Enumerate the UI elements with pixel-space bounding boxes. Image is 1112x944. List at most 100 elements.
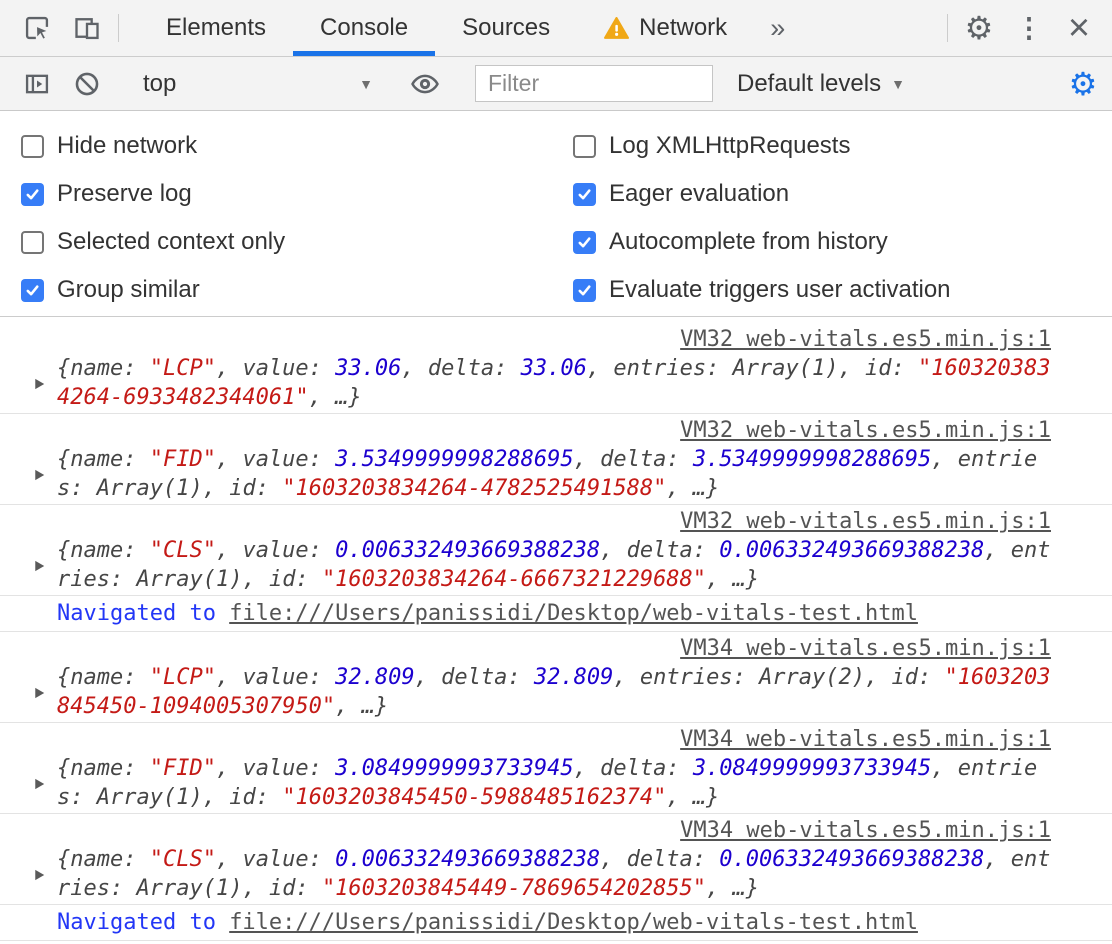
console-settings-gear-icon[interactable]: ⚙ — [1058, 57, 1108, 110]
token-plain: , id: — [203, 476, 282, 501]
separator — [118, 14, 119, 42]
setting-label: Autocomplete from history — [609, 228, 888, 256]
tab-console[interactable]: Console — [293, 0, 435, 56]
expand-triangle-icon[interactable]: ▶ — [35, 866, 44, 882]
warning-icon — [604, 17, 629, 40]
token-plain: Array(1) — [97, 476, 203, 501]
checkbox-checked[interactable] — [573, 183, 596, 206]
log-source-line: VM32 web-vitals.es5.min.js:1 — [57, 416, 1051, 445]
token-plain: , value: — [216, 356, 335, 381]
expand-triangle-icon[interactable]: ▶ — [35, 375, 44, 391]
source-location-link[interactable]: VM32 web-vitals.es5.min.js:1 — [680, 509, 1051, 534]
setting-hide-network[interactable]: Hide network — [0, 122, 556, 170]
source-location-link[interactable]: VM34 web-vitals.es5.min.js:1 — [680, 818, 1051, 843]
log-message-body: ▶{name: "FID", value: 3.5349999998288695… — [57, 445, 1051, 503]
token-plain: Array(1) — [136, 876, 242, 901]
log-message-body: ▶{name: "LCP", value: 33.06, delta: 33.0… — [57, 354, 1051, 412]
expand-triangle-icon[interactable]: ▶ — [35, 684, 44, 700]
token-plain: , value: — [216, 756, 335, 781]
source-location-link[interactable]: VM32 web-vitals.es5.min.js:1 — [680, 418, 1051, 443]
log-source-line: VM32 web-vitals.es5.min.js:1 — [57, 507, 1051, 536]
clear-console-icon[interactable] — [62, 57, 112, 110]
source-location-link[interactable]: VM32 web-vitals.es5.min.js:1 — [680, 327, 1051, 352]
token-plain: , …} — [706, 876, 759, 901]
kebab-menu-icon[interactable]: ⋮ — [1004, 0, 1054, 56]
navigation-text: Navigated to — [57, 601, 229, 626]
navigation-url-link[interactable]: file:///Users/panissidi/Desktop/web-vita… — [229, 910, 918, 935]
object-preview: {name: "FID", value: 3.5349999998288695,… — [57, 445, 1051, 503]
token-plain: , …} — [666, 476, 719, 501]
token-plain: , entries: — [613, 665, 759, 690]
token-str: "CLS" — [150, 538, 216, 563]
checkbox-unchecked[interactable] — [21, 231, 44, 254]
token-num: 32.809 — [335, 665, 414, 690]
setting-label: Group similar — [57, 276, 200, 304]
setting-evaluate-triggers-user-activation[interactable]: Evaluate triggers user activation — [556, 266, 1112, 314]
token-plain: , entries: — [587, 356, 733, 381]
tab-network[interactable]: Network — [577, 0, 754, 56]
token-plain: , value: — [216, 847, 335, 872]
filter-input[interactable] — [475, 65, 713, 102]
checkbox-checked[interactable] — [573, 231, 596, 254]
separator — [947, 14, 948, 42]
token-plain: , …} — [309, 385, 362, 410]
console-navigation-entry: Navigated to file:///Users/panissidi/Des… — [0, 905, 1112, 941]
token-str: "FID" — [150, 756, 216, 781]
settings-gear-icon[interactable]: ⚙ — [954, 0, 1004, 56]
log-source-line: VM34 web-vitals.es5.min.js:1 — [57, 634, 1051, 663]
setting-log-xmlhttprequests[interactable]: Log XMLHttpRequests — [556, 122, 1112, 170]
checkbox-checked[interactable] — [21, 183, 44, 206]
setting-label: Preserve log — [57, 180, 192, 208]
setting-selected-context-only[interactable]: Selected context only — [0, 218, 556, 266]
token-num: 32.809 — [534, 665, 613, 690]
token-plain: , id: — [839, 356, 918, 381]
token-num: 0.006332493669388238 — [335, 538, 600, 563]
tab-label: Sources — [462, 14, 550, 42]
setting-eager-evaluation[interactable]: Eager evaluation — [556, 170, 1112, 218]
tab-sources[interactable]: Sources — [435, 0, 577, 56]
token-str: "FID" — [150, 447, 216, 472]
expand-triangle-icon[interactable]: ▶ — [35, 466, 44, 482]
inspect-element-icon[interactable] — [12, 0, 62, 56]
more-tabs-button[interactable]: » — [754, 0, 801, 56]
tab-elements[interactable]: Elements — [139, 0, 293, 56]
token-plain: , id: — [203, 785, 282, 810]
setting-label: Selected context only — [57, 228, 285, 256]
check-icon — [25, 187, 40, 202]
console-log-entry: VM32 web-vitals.es5.min.js:1▶{name: "LCP… — [0, 317, 1112, 414]
tab-label: Elements — [166, 14, 266, 42]
javascript-context-selector[interactable]: top ▼ — [125, 70, 387, 98]
expand-triangle-icon[interactable]: ▶ — [35, 557, 44, 573]
navigation-url-link[interactable]: file:///Users/panissidi/Desktop/web-vita… — [229, 601, 918, 626]
token-num: 33.06 — [335, 356, 401, 381]
device-toolbar-icon[interactable] — [62, 0, 112, 56]
token-plain: , id: — [242, 876, 321, 901]
console-log-entry: VM32 web-vitals.es5.min.js:1▶{name: "FID… — [0, 414, 1112, 505]
log-levels-dropdown[interactable]: Default levels ▼ — [737, 70, 905, 98]
log-source-line: VM32 web-vitals.es5.min.js:1 — [57, 325, 1051, 354]
setting-group-similar[interactable]: Group similar — [0, 266, 556, 314]
token-plain: , …} — [666, 785, 719, 810]
object-preview: {name: "LCP", value: 33.06, delta: 33.06… — [57, 354, 1051, 412]
token-plain: {name: — [57, 538, 150, 563]
token-plain: {name: — [57, 847, 150, 872]
checkbox-checked[interactable] — [573, 279, 596, 302]
checkbox-unchecked[interactable] — [21, 135, 44, 158]
source-location-link[interactable]: VM34 web-vitals.es5.min.js:1 — [680, 636, 1051, 661]
expand-triangle-icon[interactable]: ▶ — [35, 775, 44, 791]
console-toolbar-right: ⚙ — [1045, 57, 1112, 110]
setting-preserve-log[interactable]: Preserve log — [0, 170, 556, 218]
checkbox-checked[interactable] — [21, 279, 44, 302]
token-plain: , …} — [335, 694, 388, 719]
checkbox-unchecked[interactable] — [573, 135, 596, 158]
source-location-link[interactable]: VM34 web-vitals.es5.min.js:1 — [680, 727, 1051, 752]
console-log-entry: VM34 web-vitals.es5.min.js:1▶{name: "LCP… — [0, 632, 1112, 723]
console-sidebar-icon[interactable] — [12, 57, 62, 110]
setting-autocomplete-from-history[interactable]: Autocomplete from history — [556, 218, 1112, 266]
token-num: 3.5349999998288695 — [693, 447, 931, 472]
object-preview: {name: "CLS", value: 0.00633249366938823… — [57, 536, 1051, 594]
live-expression-eye-icon[interactable] — [400, 57, 450, 110]
token-plain: Array(1) — [97, 785, 203, 810]
log-levels-label: Default levels — [737, 70, 881, 98]
close-icon[interactable]: × — [1054, 0, 1104, 56]
